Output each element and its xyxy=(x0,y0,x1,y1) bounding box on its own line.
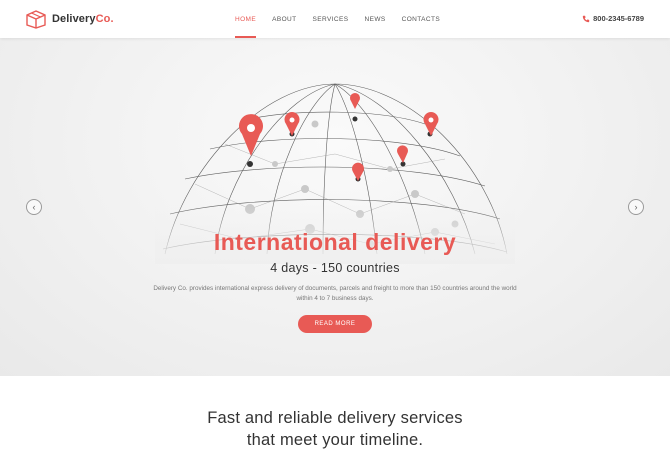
slider-prev-button[interactable]: ‹ xyxy=(26,199,42,215)
main-nav: HOME ABOUT SERVICES NEWS CONTACTS xyxy=(227,0,448,38)
logo-text: DeliveryCo. xyxy=(52,13,114,25)
chevron-left-icon: ‹ xyxy=(32,201,36,212)
services-heading-line1: Fast and reliable delivery services xyxy=(207,409,463,427)
hero-title: International delivery xyxy=(213,229,457,255)
phone-icon xyxy=(582,15,590,22)
site-header: DeliveryCo. HOME ABOUT SERVICES NEWS CON… xyxy=(0,0,670,38)
nav-news[interactable]: NEWS xyxy=(356,0,393,38)
logo[interactable]: DeliveryCo. xyxy=(25,9,114,29)
services-heading: Fast and reliable delivery services that… xyxy=(0,407,670,451)
phone-number[interactable]: 800-2345-6789 xyxy=(582,14,644,23)
nav-about[interactable]: ABOUT xyxy=(264,0,304,38)
nav-contacts[interactable]: CONTACTS xyxy=(394,0,448,38)
slider-next-button[interactable]: › xyxy=(628,199,644,215)
chevron-right-icon: › xyxy=(634,201,638,212)
hero-description: Delivery Co. provides international expr… xyxy=(153,285,517,302)
phone-text: 800-2345-6789 xyxy=(593,14,644,23)
read-more-button[interactable]: READ MORE xyxy=(298,315,372,333)
nav-home[interactable]: HOME xyxy=(227,0,264,38)
nav-services[interactable]: SERVICES xyxy=(305,0,357,38)
box-icon xyxy=(26,10,46,29)
hero-subtitle: 4 days - 150 countries xyxy=(270,261,400,275)
hero-slider: ‹ › International delivery 4 days - 150 … xyxy=(0,38,670,376)
services-heading-line2: that meet your timeline. xyxy=(246,431,424,449)
